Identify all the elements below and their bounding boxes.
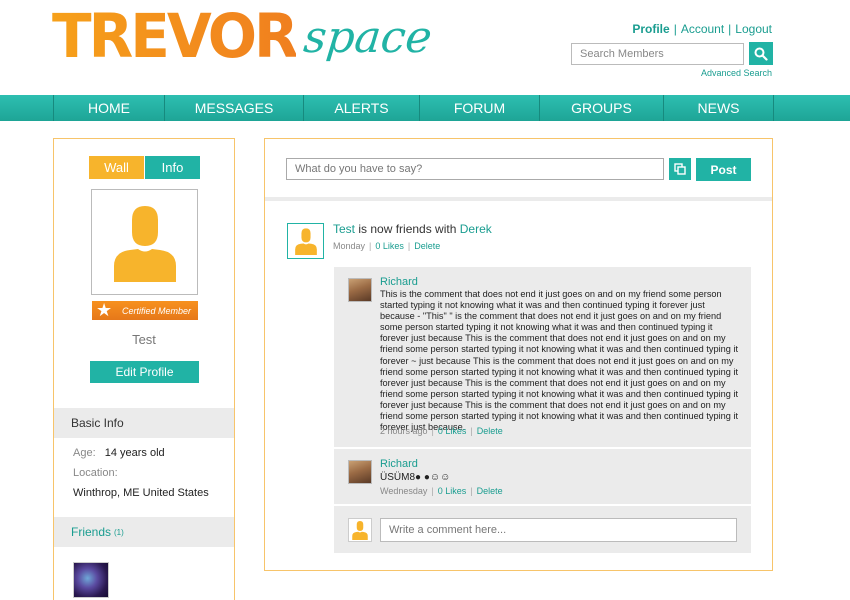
activity-meta: Monday | 0 Likes | Delete	[333, 241, 440, 251]
star-icon: ★	[96, 300, 113, 320]
tab-info[interactable]: Info	[145, 156, 200, 179]
separator: |	[470, 426, 473, 436]
user-silhouette-icon	[294, 228, 317, 255]
account-link[interactable]: Account	[681, 22, 724, 36]
friends-count: (1)	[114, 527, 124, 537]
attach-icon	[674, 163, 686, 175]
commenter-name[interactable]: Richard	[380, 276, 418, 288]
age-label: Age:	[73, 447, 96, 459]
friend-avatar[interactable]	[73, 562, 109, 598]
activity-avatar[interactable]	[287, 223, 324, 259]
comment-delete-link[interactable]: Delete	[477, 426, 503, 436]
separator: |	[431, 426, 434, 436]
age-row: Age: 14 years old	[73, 447, 165, 459]
wall-feed: What do you have to say? Post Test is no…	[264, 138, 773, 571]
search-members-input[interactable]: Search Members	[571, 43, 744, 65]
separator: |	[470, 486, 473, 496]
post-button[interactable]: Post	[696, 158, 751, 181]
tab-wall[interactable]: Wall	[89, 156, 144, 179]
trevorspace-logo[interactable]: TREVOR space	[52, 0, 434, 72]
location-value: Winthrop, ME United States	[73, 487, 209, 499]
divider	[334, 504, 751, 506]
header: TREVOR space Profile | Account | Logout Sear…	[0, 0, 850, 95]
search-button[interactable]	[749, 42, 773, 65]
logo-space-text: space	[301, 12, 435, 63]
separator: |	[728, 22, 732, 36]
reply-avatar	[348, 518, 372, 542]
nav-forum[interactable]: FORUM	[419, 95, 539, 121]
nav-groups[interactable]: GROUPS	[539, 95, 663, 121]
nav-alerts[interactable]: ALERTS	[303, 95, 419, 121]
location-value-row: Winthrop, ME United States	[73, 487, 209, 499]
comment-text: This is the comment that does not end it…	[380, 289, 739, 433]
profile-username: Test	[132, 332, 156, 347]
profile-sidebar: Wall Info ★ Certified Member Test Edit P…	[53, 138, 235, 600]
comment-likes-link[interactable]: 0 Likes	[438, 426, 467, 436]
logout-link[interactable]: Logout	[735, 22, 772, 36]
delete-link[interactable]: Delete	[414, 241, 440, 251]
divider	[265, 197, 772, 201]
attach-button[interactable]	[669, 158, 691, 180]
user-silhouette-icon	[352, 521, 368, 540]
profile-tabs: Wall Info	[89, 156, 200, 179]
comments-panel: Richard This is the comment that does no…	[334, 267, 751, 553]
commenter-avatar[interactable]	[348, 278, 372, 302]
certified-label: Certified Member	[122, 305, 192, 316]
comment-meta: Wednesday | 0 Likes | Delete	[380, 486, 503, 496]
comment-text: ÜSÜM8● ●☺☺	[380, 472, 451, 483]
comment-meta: 2 hours ago | 0 Likes | Delete	[380, 426, 503, 436]
friends-title: Friends	[71, 525, 112, 539]
activity-target-link[interactable]: Derek	[460, 222, 492, 236]
top-links: Profile | Account | Logout	[632, 22, 772, 36]
certified-member-badge: ★ Certified Member	[92, 301, 198, 320]
comment-delete-link[interactable]: Delete	[477, 486, 503, 496]
advanced-search-link[interactable]: Advanced Search	[701, 68, 772, 78]
activity-action: is now friends with	[358, 222, 457, 236]
commenter-avatar[interactable]	[348, 460, 372, 484]
location-label: Location:	[73, 467, 118, 479]
search-icon	[754, 47, 768, 61]
status-input[interactable]: What do you have to say?	[286, 158, 664, 180]
nav-messages[interactable]: MESSAGES	[164, 95, 303, 121]
likes-link[interactable]: 0 Likes	[375, 241, 404, 251]
logo-trevor-text: TREVOR	[52, 0, 299, 72]
activity-time: Monday	[333, 241, 366, 251]
separator: |	[369, 241, 372, 251]
nav-home[interactable]: HOME	[53, 95, 164, 121]
comment-input[interactable]: Write a comment here...	[380, 518, 737, 542]
commenter-name[interactable]: Richard	[380, 458, 418, 470]
separator: |	[431, 486, 434, 496]
main-nav: HOME MESSAGES ALERTS FORUM GROUPS NEWS	[0, 95, 850, 121]
separator: |	[673, 22, 677, 36]
comment-time: Wednesday	[380, 486, 428, 496]
user-silhouette-icon	[113, 206, 176, 282]
comment-time: 2 hours ago	[380, 426, 428, 436]
location-row: Location:	[73, 467, 118, 479]
separator: |	[407, 241, 411, 251]
profile-avatar[interactable]	[91, 189, 198, 295]
comment-likes-link[interactable]: 0 Likes	[438, 486, 467, 496]
nav-news[interactable]: NEWS	[663, 95, 774, 121]
edit-profile-button[interactable]: Edit Profile	[90, 361, 199, 383]
age-value: 14 years old	[104, 447, 165, 459]
divider	[334, 447, 751, 449]
profile-link[interactable]: Profile	[632, 22, 669, 36]
friends-heading[interactable]: Friends (1)	[54, 517, 234, 547]
basic-info-heading: Basic Info	[54, 408, 234, 438]
activity-actor-link[interactable]: Test	[333, 222, 355, 236]
activity-text: Test is now friends with Derek	[333, 222, 492, 236]
